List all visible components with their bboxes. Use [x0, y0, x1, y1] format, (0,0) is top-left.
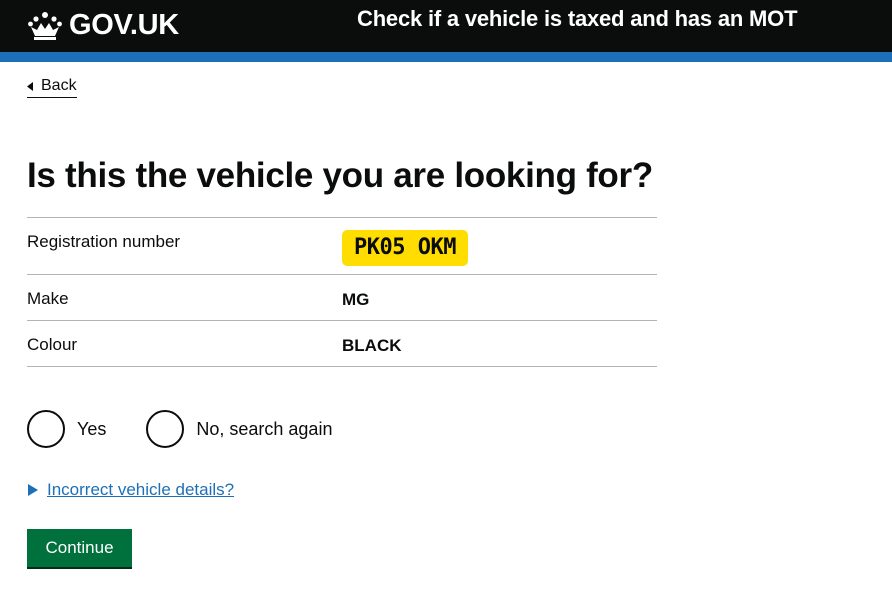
- vehicle-summary-list: Registration number PK05 OKM Make MG Col…: [27, 217, 657, 367]
- summary-key: Registration number: [27, 232, 181, 251]
- site-header: GOV.UK Check if a vehicle is taxed and h…: [0, 0, 892, 52]
- back-link-label: Back: [41, 77, 77, 94]
- radio-button-yes[interactable]: [27, 410, 65, 448]
- logo-text: GOV.UK: [69, 8, 179, 41]
- continue-button[interactable]: Continue: [27, 529, 132, 567]
- disclosure-triangle-icon[interactable]: [27, 484, 39, 496]
- incorrect-details-link[interactable]: Incorrect vehicle details?: [47, 480, 234, 500]
- summary-row-registration: Registration number PK05 OKM: [27, 218, 657, 275]
- radio-button-no[interactable]: [146, 410, 185, 448]
- govuk-logo-link[interactable]: GOV.UK: [27, 9, 179, 41]
- summary-row-colour: Colour BLACK: [27, 321, 657, 367]
- summary-row-make: Make MG: [27, 275, 657, 321]
- radio-label-no[interactable]: No, search again: [196, 419, 332, 440]
- radio-no[interactable]: No, search again: [146, 410, 332, 448]
- incorrect-details-disclosure[interactable]: Incorrect vehicle details?: [27, 480, 234, 500]
- vehicle-confirm-radios: Yes No, search again: [27, 410, 372, 448]
- summary-key: Colour: [27, 335, 78, 354]
- page-title: Is this the vehicle you are looking for?: [27, 156, 653, 195]
- back-link[interactable]: Back: [27, 77, 77, 98]
- radio-yes[interactable]: Yes: [27, 410, 106, 448]
- summary-value: MG: [342, 290, 370, 309]
- summary-key: Make: [27, 289, 69, 308]
- back-arrow-icon: [27, 81, 33, 91]
- header-accent-bar: [0, 52, 892, 62]
- crown-icon: [28, 12, 62, 40]
- service-name-link[interactable]: Check if a vehicle is taxed and has an M…: [357, 6, 798, 32]
- summary-value-wrap: PK05 OKM: [342, 218, 468, 274]
- radio-label-yes[interactable]: Yes: [77, 419, 106, 440]
- summary-value: BLACK: [342, 336, 402, 355]
- registration-plate: PK05 OKM: [342, 230, 468, 266]
